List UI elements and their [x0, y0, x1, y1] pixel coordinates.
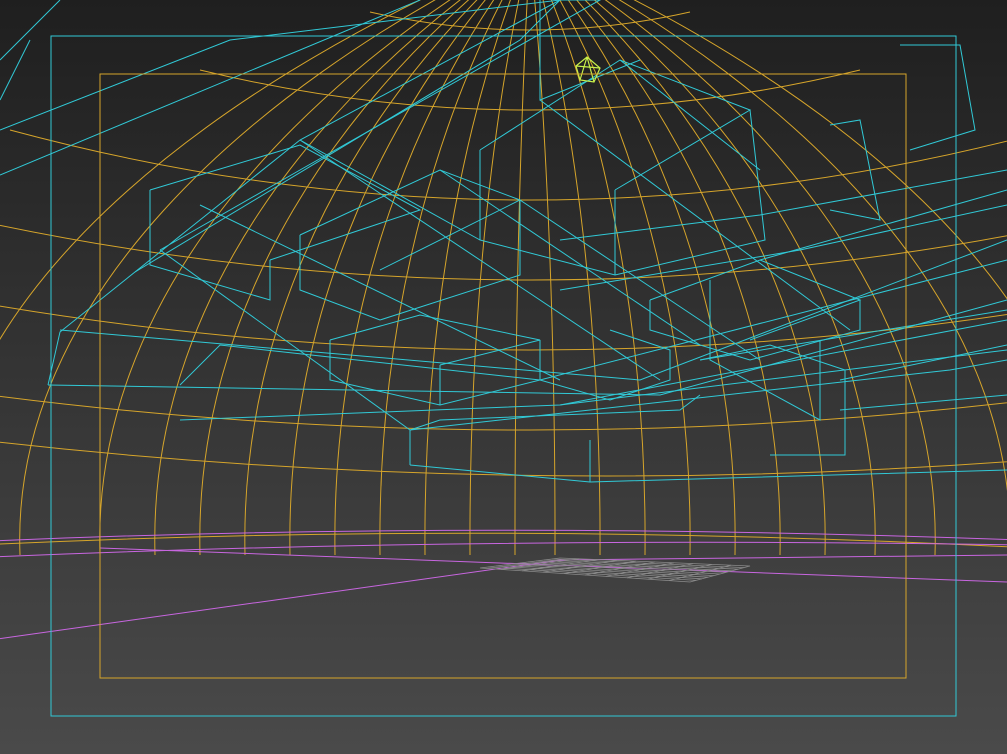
perspective-viewport[interactable] — [0, 0, 1007, 754]
viewport-canvas[interactable] — [0, 0, 1007, 754]
